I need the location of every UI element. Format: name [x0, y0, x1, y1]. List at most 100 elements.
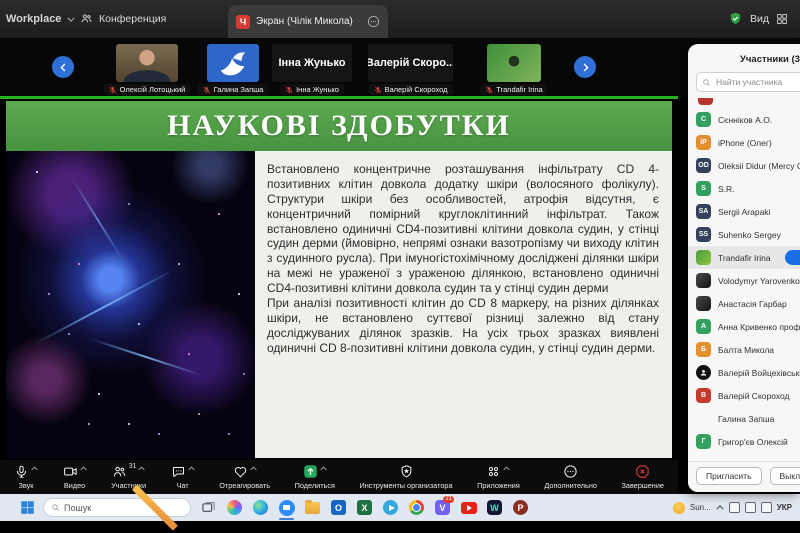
- taskbar-telegram-icon[interactable]: [381, 494, 400, 521]
- participant-row[interactable]: Trandafir IrinaПоп: [688, 246, 800, 269]
- mic-muted-icon: [203, 86, 211, 94]
- participant-name-label: Валерій Скороход: [368, 84, 452, 95]
- toolbar-shield-button[interactable]: Инструменты организатора: [360, 464, 453, 490]
- chevron-up-icon[interactable]: [188, 464, 195, 471]
- taskbar-ppt-icon[interactable]: P: [511, 494, 530, 521]
- avatar: A: [696, 319, 711, 334]
- mute-all-button[interactable]: Выключить звук д: [770, 467, 800, 485]
- tab-shared-screen[interactable]: Ч Экран (Чілік Микола): [228, 5, 388, 38]
- taskbar-taskview-icon[interactable]: [199, 494, 218, 521]
- participant-row[interactable]: ODOleksii Didur (Mercy Corps): [688, 154, 800, 177]
- camera-icon: [63, 464, 78, 479]
- slide-neuron-image: [6, 101, 255, 458]
- search-icon: [51, 503, 60, 512]
- toolbar-chat-button[interactable]: Чат: [171, 464, 195, 490]
- tray-icon[interactable]: [761, 502, 772, 513]
- chevron-up-icon[interactable]: [31, 464, 38, 471]
- taskbar-explorer-icon[interactable]: [303, 494, 322, 521]
- view-button-label[interactable]: Вид: [750, 13, 769, 25]
- taskbar-search-label: Пошук: [64, 503, 122, 513]
- filmstrip-next-button[interactable]: [574, 56, 596, 78]
- mic-muted-icon: [285, 86, 293, 94]
- participant-row[interactable]: Volodymyr Yarovenko: [688, 269, 800, 292]
- participant-row[interactable]: SASergii Arapaki: [688, 200, 800, 223]
- avatar: [696, 250, 711, 265]
- participant-name-label: Trandafir Irina: [480, 84, 547, 95]
- more-icon: [563, 464, 578, 479]
- dove-photo: [207, 44, 259, 82]
- participant-name-overlay: Інна Жунько: [278, 57, 345, 69]
- participant-search-box[interactable]: [696, 72, 800, 92]
- tray-chevron-icon[interactable]: [716, 505, 724, 510]
- taskbar-youtube-icon[interactable]: [459, 494, 478, 521]
- avatar: S: [696, 181, 711, 196]
- toolbar-share-button[interactable]: Поделиться: [295, 464, 335, 490]
- mic-muted-icon: [373, 86, 381, 94]
- participant-row[interactable]: Анастасія Гарбар: [688, 292, 800, 315]
- participant-row[interactable]: CСєнніков А.О.: [688, 108, 800, 131]
- toolbar-end-button[interactable]: Завершение: [622, 464, 664, 490]
- toolbar-more-button[interactable]: Дополнительно: [544, 464, 597, 490]
- shield-icon: [399, 464, 414, 479]
- tab-meeting[interactable]: Конференция: [80, 12, 166, 25]
- screen-tab-badge: Ч: [236, 15, 250, 29]
- invite-button[interactable]: Пригласить: [696, 467, 762, 485]
- participant-row[interactable]: ГГригор'єв Олексій: [688, 430, 800, 453]
- participant-row[interactable]: AАнна Кривенко професор ка: [688, 315, 800, 338]
- mic-muted-icon: [485, 86, 493, 94]
- taskbar-zoom-icon[interactable]: [277, 494, 296, 521]
- toolbar-heart-button[interactable]: Отреагировать: [219, 464, 270, 490]
- windows-start-icon[interactable]: [20, 500, 35, 515]
- participant-search-input[interactable]: [714, 76, 800, 88]
- participant-name-label: Галина Запша: [198, 84, 269, 95]
- ellipsis-circle-icon[interactable]: [367, 15, 380, 28]
- security-shield-icon[interactable]: [728, 11, 743, 26]
- chevron-up-icon[interactable]: [250, 464, 257, 471]
- toolbar-people-button[interactable]: 31 Участники: [111, 464, 146, 490]
- participant-row[interactable]: SSSuhenko Sergey: [688, 223, 800, 246]
- taskbar-viber-icon[interactable]: V21: [433, 494, 452, 521]
- toolbar-mic-button[interactable]: Звук: [14, 464, 38, 490]
- slide-title: НАУКОВІ ЗДОБУТКИ: [167, 109, 511, 143]
- app-menu[interactable]: Workplace: [6, 13, 75, 25]
- system-tray[interactable]: Sun... УКР: [673, 502, 800, 514]
- participant-row[interactable]: ББалта Микола: [688, 338, 800, 361]
- filmstrip-prev-button[interactable]: [52, 56, 74, 78]
- toolbar-camera-button[interactable]: Видео: [63, 464, 87, 490]
- participant-row[interactable]: Валерій Войцехівський: [688, 361, 800, 384]
- taskbar-outlook-icon[interactable]: O: [329, 494, 348, 521]
- taskbar-search-input[interactable]: Пошук: [43, 498, 191, 517]
- participant-row[interactable]: SS.R.: [688, 177, 800, 200]
- video-filmstrip: Олексій Лотоцький Галина Запша Інна Жунь…: [0, 38, 800, 97]
- view-grid-icon[interactable]: [776, 13, 788, 25]
- video-thumbnail[interactable]: Інна Жунько: [272, 44, 352, 82]
- taskbar-edge-icon[interactable]: [251, 494, 270, 521]
- slide-body-text: Встановлено концентричне розташування ін…: [255, 151, 672, 458]
- tray-icon[interactable]: [745, 502, 756, 513]
- ask-unmute-button[interactable]: Поп: [785, 250, 800, 265]
- video-thumbnail[interactable]: [207, 44, 259, 82]
- notification-badge: 21: [443, 496, 454, 503]
- slide-title-banner: НАУКОВІ ЗДОБУТКИ: [6, 101, 672, 151]
- video-thumbnail[interactable]: [487, 44, 541, 82]
- participant-row[interactable]: iPiPhone (Олег): [688, 131, 800, 154]
- chevron-up-icon[interactable]: [503, 464, 510, 471]
- toolbar-apps-button[interactable]: Приложения: [477, 464, 520, 490]
- taskbar-excel-icon[interactable]: X: [355, 494, 374, 521]
- taskbar-wapp-icon[interactable]: W: [485, 494, 504, 521]
- chevron-up-icon[interactable]: [138, 464, 145, 471]
- taskbar-chrome-icon[interactable]: [407, 494, 426, 521]
- video-thumbnail[interactable]: Валерій Скоро...: [368, 44, 453, 82]
- taskbar-copilot-icon[interactable]: [225, 494, 244, 521]
- weather-label: Sun...: [690, 503, 711, 512]
- participants-header: Участники (31): [688, 44, 800, 72]
- tray-icon[interactable]: [729, 502, 740, 513]
- participant-row[interactable]: Галина Запша: [688, 407, 800, 430]
- keyboard-language-label[interactable]: УКР: [777, 503, 792, 512]
- chevron-up-icon[interactable]: [320, 464, 327, 471]
- participants-panel: Участники (31) CСєнніков А.О. iPiPhone (…: [688, 44, 800, 492]
- video-thumbnail[interactable]: [116, 44, 178, 82]
- chevron-up-icon[interactable]: [80, 464, 87, 471]
- participant-row[interactable]: ВВалерій Скороход: [688, 384, 800, 407]
- avatar: [696, 273, 711, 288]
